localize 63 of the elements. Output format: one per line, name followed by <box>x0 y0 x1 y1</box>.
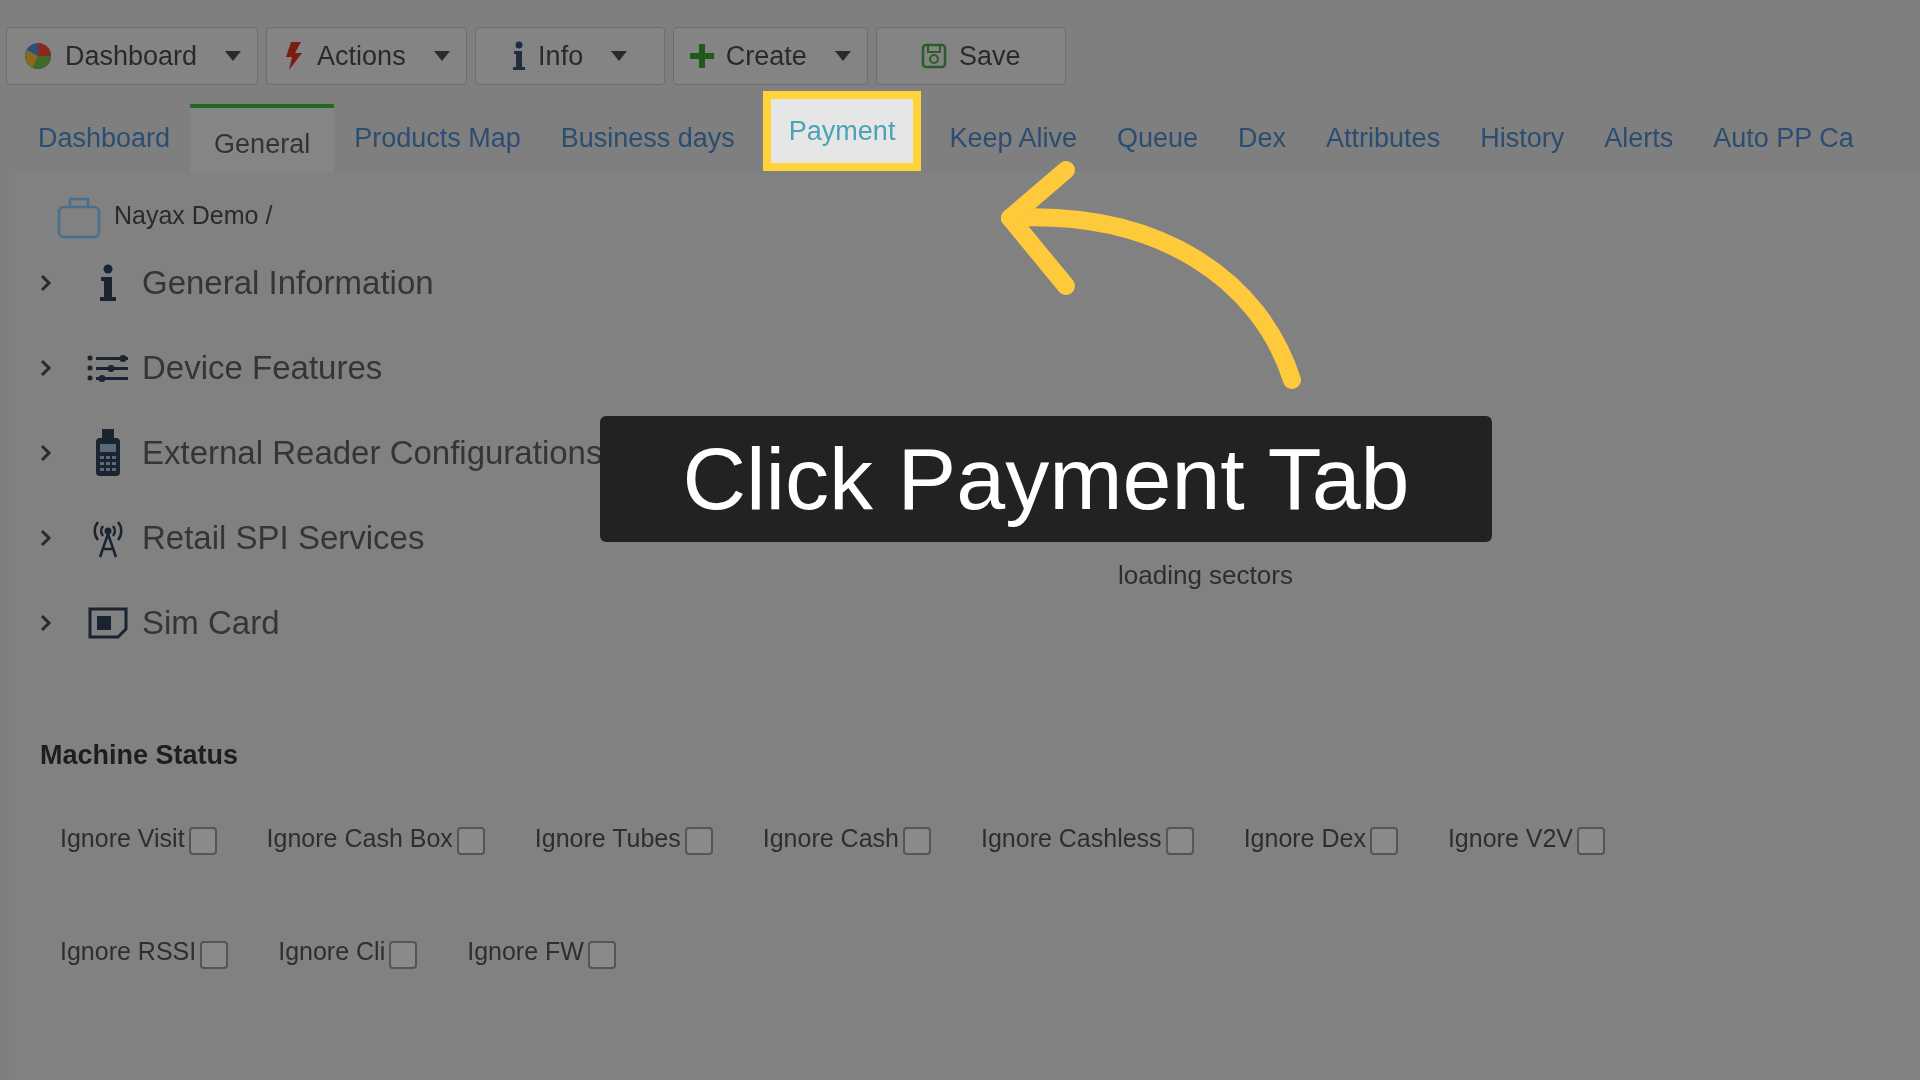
chevron-right-icon <box>40 529 52 547</box>
section-header[interactable]: Device Features <box>40 325 383 411</box>
section-header[interactable]: External Reader Configurations <box>40 410 603 496</box>
tab[interactable]: Auto PP Ca <box>1693 104 1874 172</box>
loading-text: loading sectors <box>1118 559 1293 592</box>
tab[interactable]: History <box>1460 104 1585 172</box>
checkbox-label[interactable]: Ignore Cash Box <box>266 819 485 857</box>
toolbar-button[interactable]: Info <box>474 27 665 85</box>
tab[interactable]: Dex <box>1218 104 1307 172</box>
tab[interactable]: Attributes <box>1306 104 1461 172</box>
toolbar-button[interactable]: Save <box>875 27 1066 85</box>
chevron-right-icon <box>40 444 52 462</box>
section-header[interactable]: Retail SPI Services <box>40 495 425 581</box>
checkbox[interactable] <box>1369 827 1398 856</box>
card-reader-icon <box>93 428 123 478</box>
caret-icon <box>834 51 851 61</box>
sliders-icon <box>87 354 129 382</box>
tab[interactable]: General <box>190 104 335 172</box>
tab[interactable]: Products Map <box>334 104 541 172</box>
save-icon <box>920 43 947 69</box>
checkbox[interactable] <box>1577 827 1605 856</box>
checkbox-label[interactable]: Ignore Tubes <box>534 819 713 857</box>
chevron-right-icon <box>40 359 52 377</box>
checkbox-label[interactable]: Ignore V2V <box>1447 819 1605 857</box>
checkbox[interactable] <box>200 940 229 969</box>
caret-icon <box>433 51 450 61</box>
checkbox[interactable] <box>684 827 713 856</box>
pie-chart-icon <box>23 41 53 71</box>
chevron-right-icon <box>40 274 52 292</box>
section-title: Machine Status <box>40 739 240 772</box>
checkbox[interactable] <box>389 940 418 969</box>
checkbox-label[interactable]: Ignore Cash <box>762 819 931 857</box>
toolbar-button[interactable]: Create <box>672 27 868 85</box>
sim-card-icon <box>88 607 128 639</box>
checkbox[interactable] <box>188 827 217 856</box>
info-icon <box>512 41 527 71</box>
tab[interactable]: Alerts <box>1584 104 1694 172</box>
checkbox[interactable] <box>587 940 616 969</box>
info-icon <box>99 264 117 302</box>
checkbox-label[interactable]: Ignore Cashless <box>980 819 1194 857</box>
checkbox[interactable] <box>1165 827 1194 856</box>
tab[interactable]: Keep Alive <box>929 104 1097 172</box>
tab[interactable]: Business days <box>540 104 755 172</box>
checkbox-label[interactable]: Ignore Cli <box>278 933 418 971</box>
checkbox[interactable] <box>456 827 485 856</box>
checkbox-label[interactable]: Ignore Dex <box>1243 819 1398 857</box>
checkbox-label[interactable]: Ignore Visit <box>60 819 217 857</box>
instruction-tooltip: Click Payment Tab <box>600 416 1492 542</box>
checkbox[interactable] <box>902 827 931 856</box>
checkbox-label[interactable]: Ignore RSSI <box>60 933 229 971</box>
plus-icon <box>689 44 714 68</box>
breadcrumb: Nayax Demo / <box>114 200 273 232</box>
caret-icon <box>225 51 242 61</box>
toolbar-button[interactable]: Actions <box>266 27 467 85</box>
tab[interactable]: Dashboard <box>18 104 191 172</box>
caret-icon <box>611 51 628 61</box>
tab[interactable]: Payment <box>762 91 922 171</box>
tab[interactable]: Queue <box>1097 104 1219 172</box>
chevron-right-icon <box>40 614 52 632</box>
toolbar-button[interactable]: Dashboard <box>6 27 259 85</box>
section-header[interactable]: Sim Card <box>40 580 280 666</box>
section-header[interactable]: General Information <box>40 240 434 326</box>
checkbox-label[interactable]: Ignore FW <box>467 933 616 971</box>
